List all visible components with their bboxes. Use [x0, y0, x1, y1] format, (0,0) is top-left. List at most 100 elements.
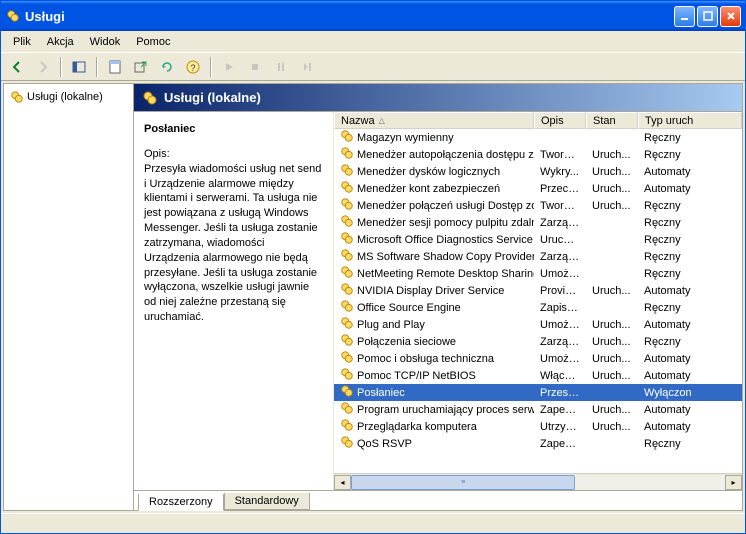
service-name-text: QoS RSVP — [357, 438, 412, 450]
maximize-button[interactable] — [697, 6, 718, 27]
service-icon — [340, 265, 354, 282]
service-row[interactable]: Menedżer dysków logicznychWykry...Uruch.… — [334, 163, 742, 180]
service-row[interactable]: Menedżer sesji pomocy pulpitu zdalnegoZa… — [334, 214, 742, 231]
cell-name: Menedżer dysków logicznych — [334, 163, 534, 180]
cell-name: Office Source Engine — [334, 299, 534, 316]
service-row[interactable]: Pomoc i obsługa technicznaUmożli...Uruch… — [334, 350, 742, 367]
service-row[interactable]: Microsoft Office Diagnostics ServiceUruc… — [334, 231, 742, 248]
column-startup-type[interactable]: Typ uruch — [638, 112, 742, 129]
service-icon — [340, 333, 354, 350]
service-name-text: Pomoc TCP/IP NetBIOS — [357, 370, 476, 382]
pane-header: Usługi (lokalne) — [134, 84, 742, 112]
cell-description: Zapisuj... — [534, 302, 586, 314]
service-row[interactable]: Przeglądarka komputeraUtrzym...Uruch...A… — [334, 418, 742, 435]
service-row[interactable]: Program uruchamiający proces serwe...Zap… — [334, 401, 742, 418]
service-row[interactable]: NetMeeting Remote Desktop SharingUmożli.… — [334, 265, 742, 282]
cell-description: Zarząd... — [534, 251, 586, 263]
selected-service-name: Posłaniec — [144, 122, 323, 137]
scroll-left-button[interactable]: ◂ — [334, 475, 351, 490]
service-row[interactable]: NVIDIA Display Driver ServiceProvide...U… — [334, 282, 742, 299]
start-button — [217, 55, 241, 79]
menu-file[interactable]: Plik — [5, 34, 39, 50]
separator — [96, 57, 98, 77]
export-list-button[interactable] — [129, 55, 153, 79]
service-row[interactable]: Pomoc TCP/IP NetBIOSWłącza...Uruch...Aut… — [334, 367, 742, 384]
back-button[interactable] — [5, 55, 29, 79]
service-row[interactable]: Plug and PlayUmożli...Uruch...Automaty — [334, 316, 742, 333]
cell-description: Wykry... — [534, 166, 586, 178]
menu-view[interactable]: Widok — [82, 34, 129, 50]
cell-name: Menedżer połączeń usługi Dostęp zda... — [334, 197, 534, 214]
service-icon — [340, 299, 354, 316]
service-name-text: Menedżer połączeń usługi Dostęp zda... — [357, 200, 534, 212]
titlebar[interactable]: Usługi — [1, 1, 745, 31]
content-area: Usługi (lokalne) Usługi (lokalne) Posłan… — [3, 83, 743, 511]
service-row[interactable]: QoS RSVP Zapew... Ręczny — [334, 435, 742, 452]
scroll-thumb[interactable]: ≡ — [351, 475, 575, 490]
cell-description: Zapew... — [534, 404, 586, 416]
cell-description: Zapew... — [534, 438, 586, 450]
cell-name: Posłaniec — [334, 384, 534, 401]
tab-standard[interactable]: Standardowy — [224, 493, 310, 510]
service-row[interactable]: Menedżer połączeń usługi Dostęp zda...Tw… — [334, 197, 742, 214]
cell-description: Zarząd... — [534, 336, 586, 348]
cell-type: Automaty — [638, 421, 742, 433]
menu-help[interactable]: Pomoc — [128, 34, 178, 50]
service-name-text: Menedżer kont zabezpieczeń — [357, 183, 500, 195]
cell-type: Ręczny — [638, 149, 742, 161]
cell-type: Ręczny — [638, 217, 742, 229]
refresh-button[interactable] — [155, 55, 179, 79]
cell-description: Umożli... — [534, 268, 586, 280]
close-button[interactable] — [720, 6, 741, 27]
service-row[interactable]: Menedżer kont zabezpieczeńPrzech...Uruch… — [334, 180, 742, 197]
service-icon — [340, 350, 354, 367]
service-row[interactable]: PosłaniecPrzesył...Wyłączon — [334, 384, 742, 401]
cell-type: Wyłączon — [638, 387, 742, 399]
column-status[interactable]: Stan — [586, 112, 638, 129]
service-name-text: NVIDIA Display Driver Service — [357, 285, 504, 297]
service-icon — [340, 163, 354, 180]
cell-name: Magazyn wymienny — [334, 129, 534, 146]
help-button[interactable]: ? — [181, 55, 205, 79]
column-description[interactable]: Opis — [534, 112, 586, 129]
menu-action[interactable]: Akcja — [39, 34, 82, 50]
cell-status: Uruch... — [586, 200, 638, 212]
cell-type: Automaty — [638, 166, 742, 178]
horizontal-scrollbar[interactable]: ◂ ≡ ▸ — [334, 473, 742, 490]
service-row[interactable]: Magazyn wymienny Ręczny — [334, 129, 742, 146]
service-name-text: MS Software Shadow Copy Provider — [357, 251, 534, 263]
service-icon — [340, 248, 354, 265]
services-icon — [10, 90, 24, 104]
minimize-button[interactable] — [674, 6, 695, 27]
show-hide-tree-button[interactable] — [67, 55, 91, 79]
service-name-text: NetMeeting Remote Desktop Sharing — [357, 268, 534, 280]
tab-extended[interactable]: Rozszerzony — [138, 494, 224, 511]
cell-status: Uruch... — [586, 149, 638, 161]
cell-name: Pomoc TCP/IP NetBIOS — [334, 367, 534, 384]
cell-type: Ręczny — [638, 438, 742, 450]
scroll-track[interactable]: ≡ — [351, 475, 725, 490]
scroll-right-button[interactable]: ▸ — [725, 475, 742, 490]
menubar: Plik Akcja Widok Pomoc — [1, 31, 745, 53]
services-icon — [5, 8, 21, 24]
cell-type: Ręczny — [638, 132, 742, 144]
service-row[interactable]: Połączenia siecioweZarząd...Uruch...Ręcz… — [334, 333, 742, 350]
cell-status: Uruch... — [586, 319, 638, 331]
service-row[interactable]: MS Software Shadow Copy ProviderZarząd..… — [334, 248, 742, 265]
service-icon — [340, 401, 354, 418]
tree-pane[interactable]: Usługi (lokalne) — [4, 84, 134, 510]
app-window: Usługi Plik Akcja Widok Pomoc ? Us — [0, 0, 746, 534]
column-name[interactable]: Nazwa △ — [334, 112, 534, 129]
service-icon — [340, 231, 354, 248]
cell-status: Uruch... — [586, 353, 638, 365]
service-name-text: Menedżer autopołączenia dostępu zd... — [357, 149, 534, 161]
cell-type: Automaty — [638, 183, 742, 195]
properties-button[interactable] — [103, 55, 127, 79]
window-title: Usługi — [25, 9, 674, 24]
service-row[interactable]: Menedżer autopołączenia dostępu zd...Two… — [334, 146, 742, 163]
cell-name: Menedżer kont zabezpieczeń — [334, 180, 534, 197]
cell-description: Umożli... — [534, 353, 586, 365]
tree-item-services-local[interactable]: Usługi (lokalne) — [8, 88, 129, 106]
list-rows[interactable]: Magazyn wymiennyRęcznyMenedżer autopołąc… — [334, 129, 742, 473]
service-row[interactable]: Office Source EngineZapisuj...Ręczny — [334, 299, 742, 316]
